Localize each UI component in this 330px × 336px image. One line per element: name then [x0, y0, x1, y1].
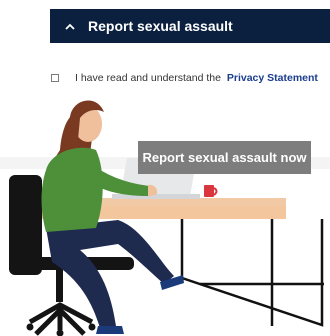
privacy-statement-link[interactable]: Privacy Statement: [227, 72, 318, 84]
hair-top: [69, 100, 104, 140]
accordion-title: Report sexual assault: [88, 18, 233, 34]
mug-icon: [204, 185, 214, 197]
shoe: [160, 275, 184, 290]
legs: [46, 220, 174, 328]
accordion-header[interactable]: Report sexual assault: [50, 9, 330, 43]
desk-top: [18, 198, 286, 207]
chevron-up-icon: [65, 21, 75, 31]
chair-back: [9, 175, 42, 275]
desk-front: [18, 206, 286, 219]
privacy-consent-row: I have read and understand the Privacy S…: [50, 70, 330, 86]
chair-seat: [24, 257, 134, 270]
head: [74, 106, 102, 142]
report-sexual-assault-button[interactable]: Report sexual assault now: [138, 141, 311, 174]
desk-legs: [180, 219, 324, 327]
consent-text: I have read and understand the: [75, 72, 221, 84]
privacy-consent-checkbox[interactable]: [51, 74, 59, 82]
laptop-base: [112, 194, 200, 199]
hand: [148, 184, 158, 197]
shoe: [96, 326, 124, 334]
consent-label: I have read and understand the Privacy S…: [75, 72, 318, 84]
chair-base: [28, 302, 94, 336]
page: Report sexual assault I have read and un…: [0, 0, 330, 336]
